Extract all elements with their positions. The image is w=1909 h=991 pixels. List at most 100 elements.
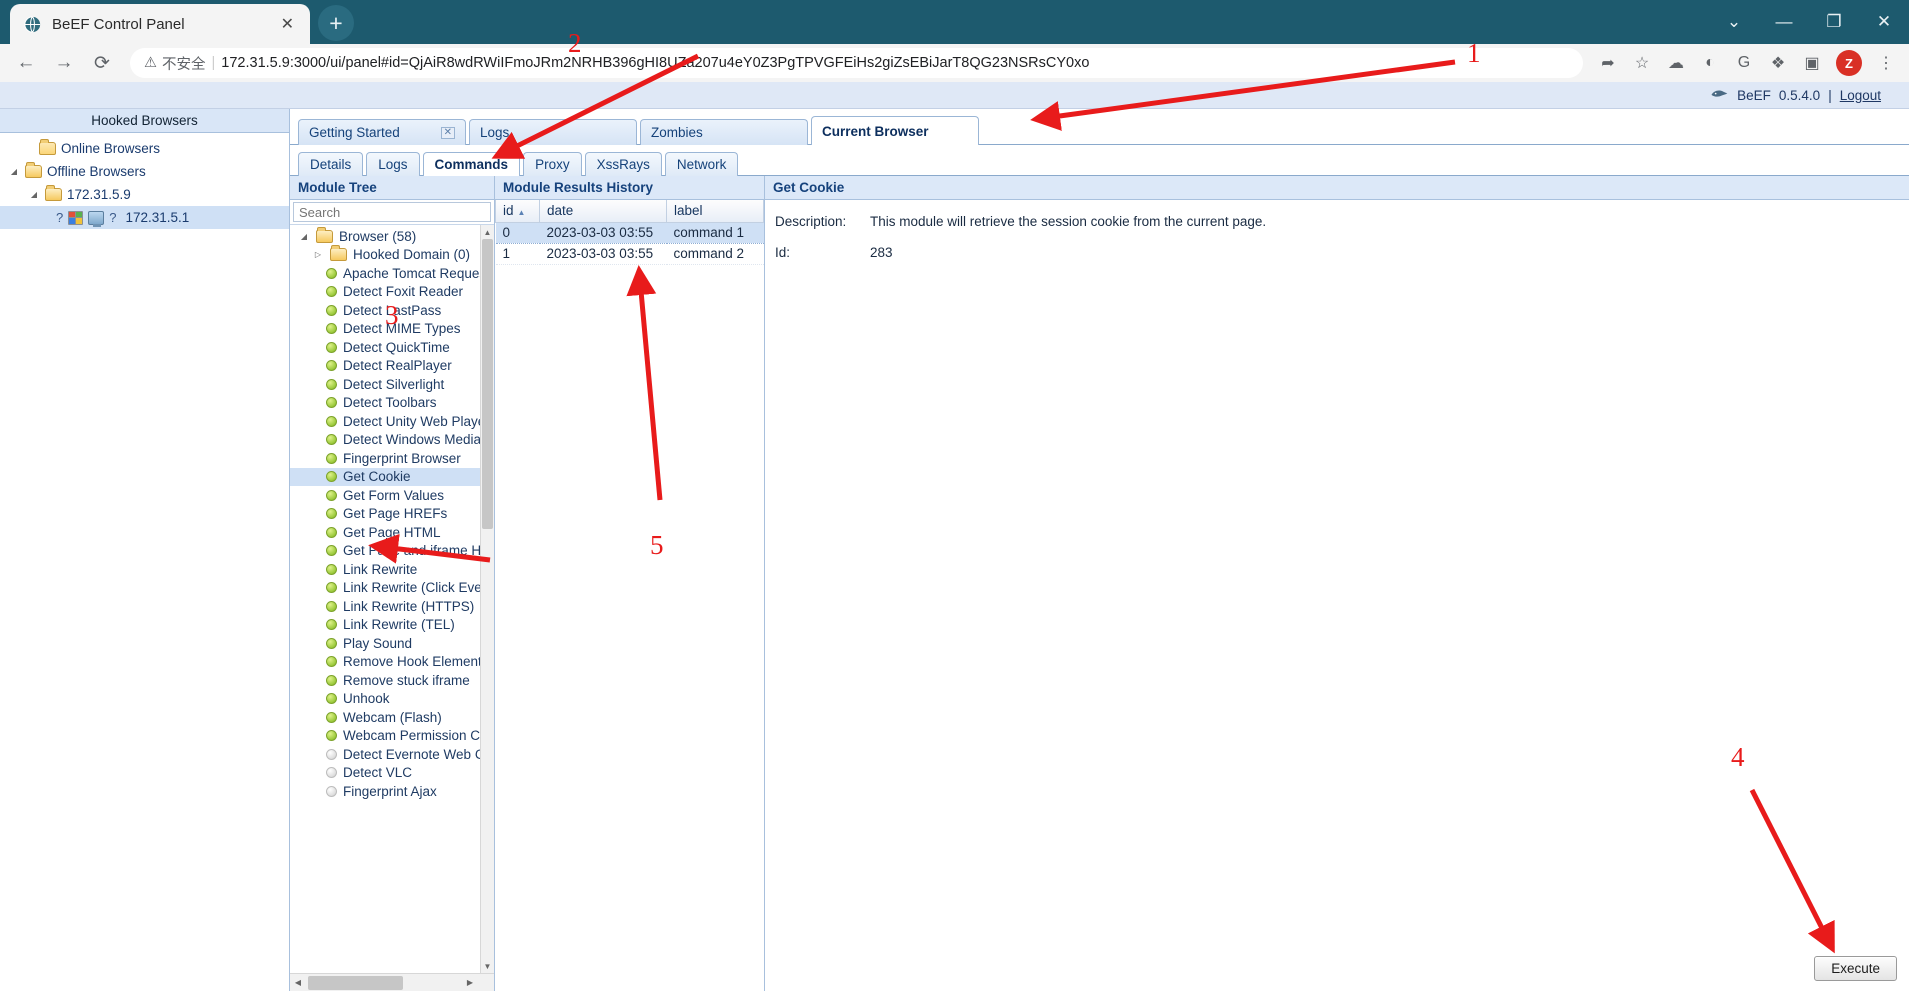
tree-item-offline-browsers[interactable]: ◢ Offline Browsers — [0, 160, 289, 183]
module-tree-item[interactable]: Unhook — [290, 690, 494, 709]
module-tree-item[interactable]: Detect MIME Types — [290, 320, 494, 339]
module-status-green-icon — [326, 323, 337, 334]
scroll-down-icon[interactable]: ▼ — [481, 959, 494, 973]
module-tree-item[interactable]: Detect Evernote Web C — [290, 745, 494, 764]
address-bar[interactable]: ⚠ 不安全 | 172.31.5.9:3000/ui/panel#id=QjAi… — [130, 48, 1583, 78]
column-header-id[interactable]: id▲ — [496, 200, 540, 222]
module-tree-hscrollbar[interactable]: ◀ ▶ — [290, 973, 494, 991]
logout-link[interactable]: Logout — [1840, 88, 1881, 103]
new-tab-button[interactable]: + — [318, 5, 354, 41]
hooked-browsers-title: Hooked Browsers — [0, 109, 289, 133]
share-icon[interactable]: ➦ — [1593, 48, 1623, 78]
module-label: Detect Evernote Web C — [343, 747, 485, 762]
subtab-xssrays[interactable]: XssRays — [585, 152, 662, 176]
dual-circles-icon[interactable]: ◐ — [1695, 48, 1725, 78]
tree-item-host-172-31-5-9[interactable]: ◢ 172.31.5.9 — [0, 183, 289, 206]
module-tree-item[interactable]: Detect VLC — [290, 764, 494, 783]
module-tree-item[interactable]: Detect Windows Media — [290, 431, 494, 450]
scroll-left-icon[interactable]: ◀ — [290, 978, 306, 987]
subtab-network[interactable]: Network — [665, 152, 739, 176]
module-tree-item[interactable]: Get Cookie — [290, 468, 494, 487]
table-row[interactable]: 02023-03-03 03:55command 1 — [496, 222, 764, 243]
module-tree-item[interactable]: Get Page HTML — [290, 523, 494, 542]
module-tree-item[interactable]: Get Form Values — [290, 486, 494, 505]
module-label: Get Page and iframe H — [343, 543, 481, 558]
module-tree-item[interactable]: Apache Tomcat Reques — [290, 264, 494, 283]
reload-button[interactable]: ⟳ — [84, 47, 120, 79]
module-detail-panel: Get Cookie Description: This module will… — [765, 176, 1909, 991]
module-tree-folder[interactable]: ◢Browser (58) — [290, 227, 494, 246]
translate-icon[interactable]: G — [1729, 48, 1759, 78]
module-tree-item[interactable]: Play Sound — [290, 634, 494, 653]
back-button[interactable]: ← — [8, 47, 44, 79]
address-bar-url: 172.31.5.9:3000/ui/panel#id=QjAiR8wdRWiI… — [221, 55, 1089, 71]
not-secure-indicator[interactable]: ⚠ 不安全 — [144, 53, 206, 74]
module-tree-item[interactable]: Detect Silverlight — [290, 375, 494, 394]
module-label: Detect Silverlight — [343, 377, 444, 392]
extensions-puzzle-icon[interactable]: ❖ — [1763, 48, 1793, 78]
forward-button[interactable]: → — [46, 47, 82, 79]
scroll-up-icon[interactable]: ▲ — [481, 225, 494, 239]
chrome-profile-chevron-icon[interactable]: ⌄ — [1709, 0, 1759, 44]
module-tree-item[interactable]: Detect LastPass — [290, 301, 494, 320]
tree-item-online-browsers[interactable]: Online Browsers — [0, 137, 289, 160]
module-status-green-icon — [326, 453, 337, 464]
module-tree-item[interactable]: Link Rewrite (Click Eve — [290, 579, 494, 598]
side-panel-icon[interactable]: ▣ — [1797, 48, 1827, 78]
module-tree-item[interactable]: Get Page HREFs — [290, 505, 494, 524]
bookmark-star-icon[interactable]: ☆ — [1627, 48, 1657, 78]
twisty-icon[interactable]: ◢ — [28, 190, 40, 199]
module-tree-item[interactable]: Detect RealPlayer — [290, 357, 494, 376]
twisty-icon[interactable]: ◢ — [8, 167, 20, 176]
hscrollbar-thumb[interactable] — [308, 976, 403, 990]
profile-avatar[interactable]: Z — [1836, 50, 1862, 76]
module-tree-item[interactable]: Detect QuickTime — [290, 338, 494, 357]
module-tree-folder[interactable]: ▷Hooked Domain (0) — [290, 246, 494, 265]
module-search-input[interactable] — [293, 202, 491, 222]
module-tree-item[interactable]: Webcam (Flash) — [290, 708, 494, 727]
module-tree-item[interactable]: Fingerprint Ajax — [290, 782, 494, 801]
window-maximize-button[interactable]: ❐ — [1809, 0, 1859, 44]
execute-button[interactable]: Execute — [1814, 956, 1897, 981]
scroll-right-icon[interactable]: ▶ — [462, 978, 478, 987]
window-minimize-button[interactable]: — — [1759, 0, 1809, 44]
vscrollbar-thumb[interactable] — [482, 239, 493, 529]
subtab-commands[interactable]: Commands — [423, 152, 521, 176]
module-tree-item[interactable]: Remove stuck iframe — [290, 671, 494, 690]
module-tree-item[interactable]: Get Page and iframe H — [290, 542, 494, 561]
tab-current-browser[interactable]: Current Browser — [811, 116, 979, 145]
subtab-label: XssRays — [597, 157, 650, 172]
module-status-green-icon — [326, 656, 337, 667]
module-tree-item[interactable]: Detect Foxit Reader — [290, 283, 494, 302]
column-header-date[interactable]: date — [540, 200, 667, 222]
chrome-menu-icon[interactable]: ⋮ — [1871, 48, 1901, 78]
module-tree-item[interactable]: Link Rewrite (HTTPS) — [290, 597, 494, 616]
tab-close-icon[interactable]: ✕ — [277, 14, 298, 34]
module-tree-vscrollbar[interactable]: ▲ ▼ — [480, 225, 494, 973]
subtab-details[interactable]: Details — [298, 152, 363, 176]
module-tree-item[interactable]: Remove Hook Element — [290, 653, 494, 672]
tab-getting-started[interactable]: Getting Started ✕ — [298, 119, 466, 145]
cloud-icon[interactable]: ☁ — [1661, 48, 1691, 78]
module-tree-item[interactable]: Detect Toolbars — [290, 394, 494, 413]
module-tree-item[interactable]: Detect Unity Web Playe — [290, 412, 494, 431]
table-row[interactable]: 12023-03-03 03:55command 2 — [496, 243, 764, 264]
module-tree-item[interactable]: Fingerprint Browser — [290, 449, 494, 468]
tab-zombies[interactable]: Zombies — [640, 119, 808, 145]
twisty-icon[interactable]: ◢ — [298, 232, 310, 241]
browser-tab-beef[interactable]: BeEF Control Panel ✕ — [10, 4, 310, 44]
module-tree-item[interactable]: Link Rewrite — [290, 560, 494, 579]
subtab-logs[interactable]: Logs — [366, 152, 419, 176]
commands-columns: Module Tree ◢Browser (58)▷Hooked Domain … — [290, 176, 1909, 991]
unknown-browser-icon: ? — [56, 210, 63, 225]
module-tree-item[interactable]: Webcam Permission Cl — [290, 727, 494, 746]
tab-close-icon[interactable]: ✕ — [441, 127, 455, 139]
subtab-proxy[interactable]: Proxy — [523, 152, 582, 176]
column-header-label[interactable]: label — [667, 200, 764, 222]
module-tree-item[interactable]: Link Rewrite (TEL) — [290, 616, 494, 635]
tab-logs[interactable]: Logs — [469, 119, 637, 145]
twisty-icon[interactable]: ▷ — [312, 250, 324, 259]
window-close-button[interactable]: ✕ — [1859, 0, 1909, 44]
tree-item-browser-172-31-5-1[interactable]: ? ? 172.31.5.1 — [0, 206, 289, 229]
subtab-label: Logs — [378, 157, 407, 172]
